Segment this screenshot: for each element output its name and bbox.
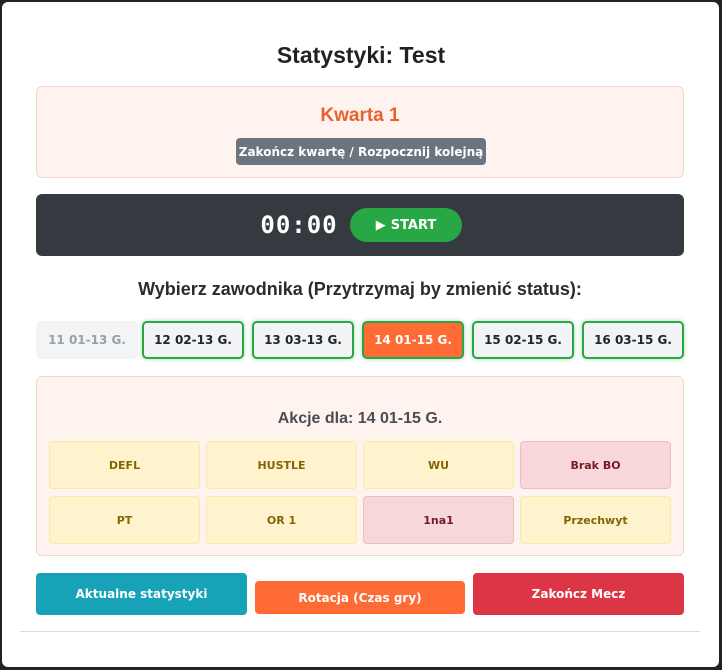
player-select-heading: Wybierz zawodnika (Przytrzymaj by zmieni… <box>138 279 582 299</box>
timer-bar: 00:00 ▶ START <box>36 194 684 256</box>
actions-heading: Akcje dla: 14 01-15 G. <box>277 410 443 427</box>
end-match-button[interactable]: Zakończ Mecz <box>473 573 684 615</box>
start-button[interactable]: ▶ START <box>350 208 462 242</box>
player-button[interactable]: 13 03-13 G. <box>252 321 354 359</box>
end-quarter-button[interactable]: Zakończ kwartę / Rozpocznij kolejną <box>236 138 486 165</box>
player-button[interactable]: 12 02-13 G. <box>142 321 244 359</box>
action-brak-bo-button[interactable]: Brak BO <box>520 441 671 489</box>
player-button[interactable]: 11 01-13 G. <box>36 321 138 359</box>
player-button[interactable]: 16 03-15 G. <box>582 321 684 359</box>
action-przechwyt-button[interactable]: Przechwyt <box>520 496 671 544</box>
action-pt-button[interactable]: PT <box>49 496 200 544</box>
quarter-title: Kwarta 1 <box>320 105 400 126</box>
play-icon: ▶ <box>375 217 386 233</box>
start-button-label: START <box>390 217 437 233</box>
actions-panel: Akcje dla: 14 01-15 G. DEFL HUSTLE WU Br… <box>36 376 684 556</box>
current-stats-button[interactable]: Aktualne statystyki <box>36 573 247 615</box>
rotation-button[interactable]: Rotacja (Czas gry) <box>255 581 465 614</box>
action-hustle-button[interactable]: HUSTLE <box>206 441 357 489</box>
divider <box>20 631 700 632</box>
timer-display: 00:00 <box>260 211 338 239</box>
quarter-panel: Kwarta 1 Zakończ kwartę / Rozpocznij kol… <box>36 86 684 178</box>
action-wu-button[interactable]: WU <box>363 441 514 489</box>
action-1na1-button[interactable]: 1na1 <box>363 496 514 544</box>
player-button[interactable]: 15 02-15 G. <box>472 321 574 359</box>
player-button-selected[interactable]: 14 01-15 G. <box>362 321 464 359</box>
page-title: Statystyki: Test <box>276 42 446 68</box>
action-or1-button[interactable]: OR 1 <box>206 496 357 544</box>
action-defl-button[interactable]: DEFL <box>49 441 200 489</box>
